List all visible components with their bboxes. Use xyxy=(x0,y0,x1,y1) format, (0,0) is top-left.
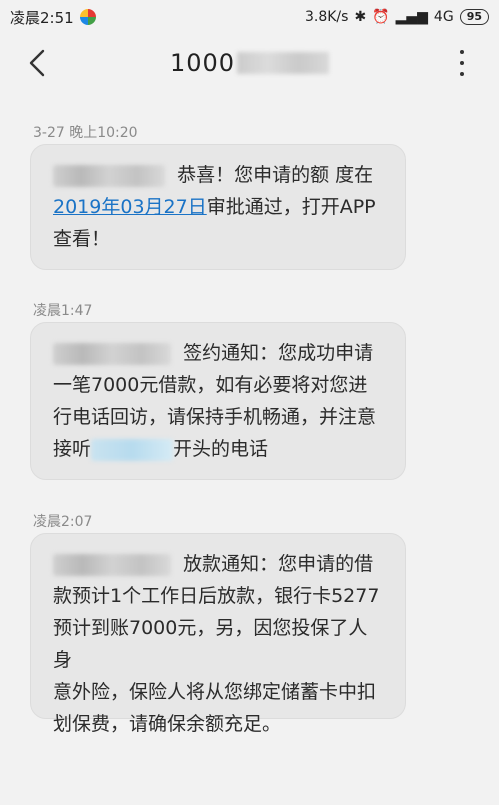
message-text: 行电话回访，请保持手机畅通，并注意 xyxy=(53,406,377,428)
message-timestamp: 凌晨2:07 xyxy=(33,514,93,530)
message-bubble[interactable]: 恭喜！您申请的额 度在 2019年03月27日审批通过，打开APP 查看！ xyxy=(30,144,406,270)
message-text: 款预计1个工作日后放款，银行卡5277 xyxy=(53,585,380,607)
signal-icon: ▂▄▆ xyxy=(395,9,428,25)
message-text: 意外险，保险人将从您绑定储蓄卡中扣 xyxy=(53,681,377,703)
battery-icon: 95 xyxy=(459,9,489,25)
bluetooth-icon: ✱ xyxy=(354,9,367,25)
message-text: 接听 xyxy=(53,438,92,460)
message-bubble[interactable]: 签约通知：您成功申请 一笔7000元借款，如有必要将对您进 行电话回访，请保持手… xyxy=(30,322,406,480)
app-notification-icon xyxy=(79,9,96,25)
redacted-sender xyxy=(53,342,171,365)
network-speed: 3.8K/s xyxy=(304,9,349,25)
message-bubble[interactable]: 放款通知：您申请的借 款预计1个工作日后放款，银行卡5277 预计到账7000元… xyxy=(30,533,406,735)
message-text: 恭喜！您申请的额 度在 xyxy=(177,164,374,186)
network-type: 4G xyxy=(433,9,454,25)
message-text: 开头的电话 xyxy=(173,438,269,460)
redacted-sender xyxy=(53,164,165,187)
redacted-number xyxy=(237,52,330,74)
status-bar: 凌晨2:51 3.8K/s ✱ ⏰ ▂▄▆ 4G 95 xyxy=(0,0,499,34)
back-arrow-icon[interactable] xyxy=(26,48,50,78)
conversation-title: 1000 xyxy=(169,49,236,77)
message-text: 预计到账7000元，另，因您投保了人身 xyxy=(53,617,368,671)
message-text: 签约通知：您成功申请 xyxy=(183,342,374,364)
message-text: 查看！ xyxy=(53,228,111,250)
date-link[interactable]: 2019年03月27日 xyxy=(53,196,207,218)
conversation-header: 1000 xyxy=(0,34,499,92)
redacted-phone-number xyxy=(91,438,174,461)
message-timestamp: 凌晨1:47 xyxy=(33,303,93,319)
redacted-sender xyxy=(53,553,171,576)
alarm-icon: ⏰ xyxy=(372,9,390,25)
more-options-icon[interactable] xyxy=(459,50,465,76)
status-time: 凌晨2:51 xyxy=(10,8,74,27)
message-text: 审批通过，打开APP xyxy=(206,196,376,218)
message-text: 一笔7000元借款，如有必要将对您进 xyxy=(53,374,368,396)
message-text: 放款通知：您申请的借 xyxy=(183,553,374,575)
message-timestamp: 3-27 晚上10:20 xyxy=(33,125,138,141)
message-text: 划保费，请确保余额充足。 xyxy=(53,713,282,735)
